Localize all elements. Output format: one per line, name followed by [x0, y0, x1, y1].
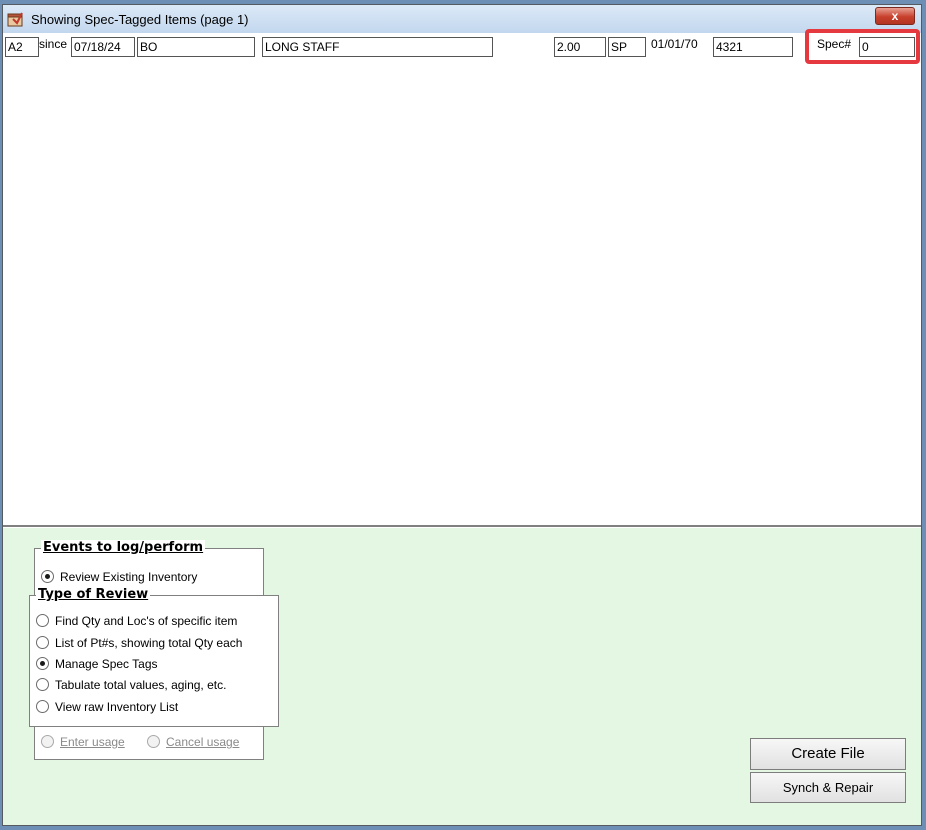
- radio-checked-icon: [36, 657, 49, 670]
- review-option-view-raw[interactable]: View raw Inventory List: [36, 698, 178, 716]
- controls-panel: Events to log/perform Review Existing In…: [3, 528, 921, 825]
- review-option-label: List of Pt#s, showing total Qty each: [55, 636, 243, 650]
- review-option-label: Find Qty and Loc's of specific item: [55, 614, 238, 628]
- review-option-label: Tabulate total values, aging, etc.: [55, 678, 227, 692]
- review-option-find-qty[interactable]: Find Qty and Loc's of specific item: [36, 612, 237, 630]
- spec-field-highlight: [805, 29, 920, 64]
- since-date-field[interactable]: 07/18/24: [71, 37, 135, 57]
- description-field[interactable]: LONG STAFF: [262, 37, 493, 57]
- review-type-group: Type of Review Find Qty and Loc's of spe…: [29, 587, 279, 727]
- radio-icon: [36, 614, 49, 627]
- radio-checked-icon: [41, 570, 54, 583]
- radio-icon: [36, 700, 49, 713]
- enter-usage-label: Enter usage: [60, 735, 125, 749]
- review-option-tabulate[interactable]: Tabulate total values, aging, etc.: [36, 676, 226, 694]
- date2-label: 01/01/70: [651, 37, 698, 51]
- code-field[interactable]: BO: [137, 37, 255, 57]
- radio-icon: [36, 678, 49, 691]
- location-field[interactable]: A2: [5, 37, 39, 57]
- review-existing-radio[interactable]: Review Existing Inventory: [41, 568, 197, 586]
- cancel-usage-radio[interactable]: Cancel usage: [147, 733, 239, 751]
- review-option-list-parts[interactable]: List of Pt#s, showing total Qty each: [36, 634, 242, 652]
- review-option-manage-spec-tags[interactable]: Manage Spec Tags: [36, 655, 158, 673]
- close-button[interactable]: x: [875, 7, 915, 25]
- cancel-usage-label: Cancel usage: [166, 735, 240, 749]
- spec-item-row: A2 since 07/18/24 BO LONG STAFF 2.00 SP …: [3, 35, 921, 61]
- synch-repair-button[interactable]: Synch & Repair: [750, 772, 906, 803]
- close-icon: x: [891, 9, 899, 23]
- unit-field[interactable]: SP: [608, 37, 646, 57]
- since-label: since: [39, 37, 68, 51]
- review-existing-label: Review Existing Inventory: [60, 570, 198, 584]
- radio-icon: [41, 735, 54, 748]
- review-option-label: View raw Inventory List: [55, 700, 179, 714]
- radio-icon: [147, 735, 160, 748]
- review-option-label: Manage Spec Tags: [55, 657, 158, 671]
- quantity-field[interactable]: 2.00: [554, 37, 606, 57]
- title-bar[interactable]: Showing Spec-Tagged Items (page 1) x: [3, 5, 921, 33]
- app-icon: [7, 11, 25, 27]
- enter-usage-radio[interactable]: Enter usage: [41, 733, 125, 751]
- spec-tagged-items-window: Showing Spec-Tagged Items (page 1) x A2 …: [2, 4, 922, 826]
- create-file-button[interactable]: Create File: [750, 738, 906, 770]
- radio-icon: [36, 636, 49, 649]
- events-group-title: Events to log/perform: [41, 540, 206, 555]
- part-number-field[interactable]: 4321: [713, 37, 793, 57]
- window-title: Showing Spec-Tagged Items (page 1): [31, 12, 249, 27]
- review-type-group-title: Type of Review: [36, 587, 151, 602]
